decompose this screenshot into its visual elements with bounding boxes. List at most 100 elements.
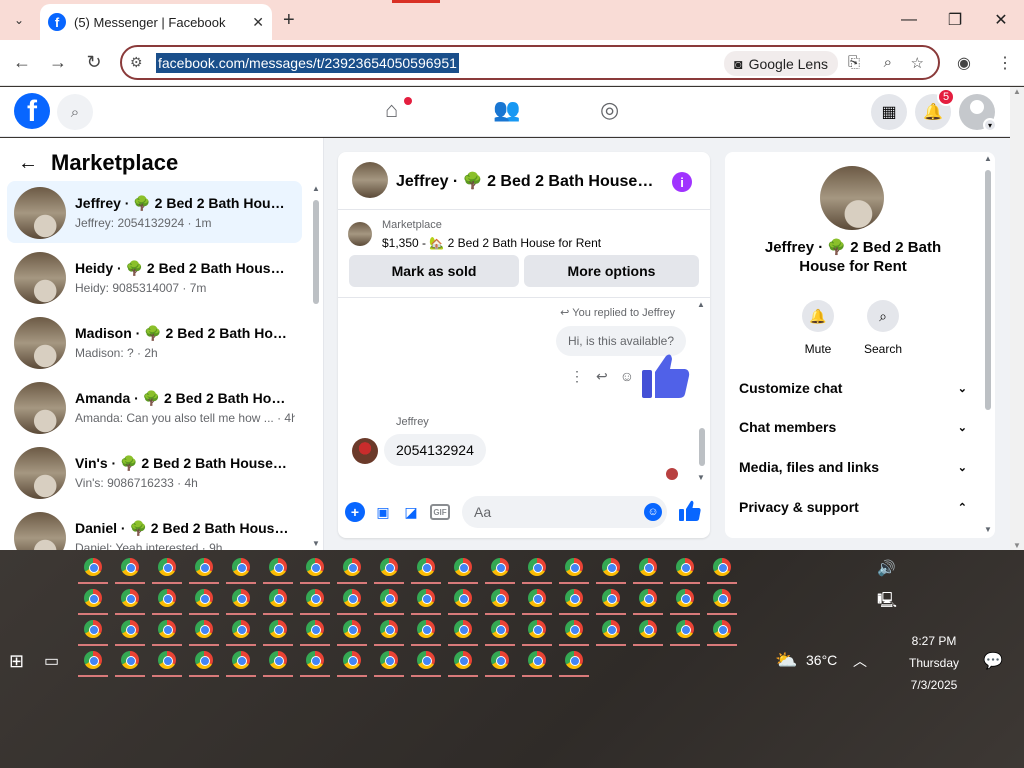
message-input[interactable] bbox=[462, 496, 667, 528]
chrome-taskbar-icon[interactable] bbox=[411, 556, 441, 584]
chrome-taskbar-icon[interactable] bbox=[263, 556, 293, 584]
chrome-taskbar-icon[interactable] bbox=[596, 556, 626, 584]
scroll-up-arrow-icon[interactable]: ▲ bbox=[1013, 87, 1021, 96]
google-lens-button[interactable]: ◙ Google Lens bbox=[724, 51, 838, 76]
chrome-taskbar-icon[interactable] bbox=[522, 556, 552, 584]
chrome-taskbar-icon[interactable] bbox=[448, 587, 478, 615]
scroll-down-arrow-icon[interactable]: ▼ bbox=[697, 473, 705, 482]
chrome-taskbar-icon[interactable] bbox=[226, 618, 256, 646]
scroll-up-arrow-icon[interactable]: ▲ bbox=[312, 184, 320, 193]
chrome-taskbar-icon[interactable] bbox=[411, 618, 441, 646]
chrome-taskbar-icon[interactable] bbox=[633, 556, 663, 584]
chrome-taskbar-icon[interactable] bbox=[670, 556, 700, 584]
scroll-up-arrow-icon[interactable]: ▲ bbox=[984, 154, 992, 163]
install-app-icon[interactable]: ⎘ bbox=[848, 54, 860, 71]
chrome-taskbar-icon[interactable] bbox=[189, 618, 219, 646]
scrollbar-thumb[interactable] bbox=[985, 170, 991, 410]
chrome-taskbar-icon[interactable] bbox=[485, 556, 515, 584]
zoom-icon[interactable]: ⌕ bbox=[884, 54, 892, 71]
scrollbar-thumb[interactable] bbox=[699, 428, 705, 466]
restore-button[interactable]: ❐ bbox=[940, 8, 970, 32]
browser-tab-messenger[interactable]: f (5) Messenger | Facebook ✕ bbox=[40, 4, 272, 40]
chrome-taskbar-icon[interactable] bbox=[374, 618, 404, 646]
chrome-taskbar-icon[interactable] bbox=[707, 587, 737, 615]
sender-avatar[interactable] bbox=[352, 438, 378, 464]
chrome-taskbar-icon[interactable] bbox=[522, 618, 552, 646]
menu-grid-button[interactable]: ▦ bbox=[871, 94, 907, 130]
url-text[interactable]: facebook.com/messages/t/2392365405059695… bbox=[156, 52, 459, 73]
conversation-item[interactable]: Madison · 🌳 2 Bed 2 Bath House for Rent … bbox=[7, 311, 302, 373]
listing-description[interactable]: $1,350 - 🏡 2 Bed 2 Bath House for Rent bbox=[382, 236, 601, 250]
scroll-down-arrow-icon[interactable]: ▼ bbox=[984, 525, 992, 534]
weather-icon[interactable]: ⛅ bbox=[775, 650, 797, 671]
listing-thumbnail[interactable] bbox=[348, 222, 372, 246]
chrome-taskbar-icon[interactable] bbox=[596, 618, 626, 646]
facebook-logo-icon[interactable]: f bbox=[14, 93, 50, 129]
chrome-taskbar-icon[interactable] bbox=[522, 649, 552, 677]
site-settings-icon[interactable]: ⚙ bbox=[130, 54, 156, 71]
back-arrow-icon[interactable]: ← bbox=[18, 152, 38, 175]
incoming-message[interactable]: 2054132924 bbox=[384, 434, 486, 466]
chrome-taskbar-icon[interactable] bbox=[189, 587, 219, 615]
scrollbar-thumb[interactable] bbox=[313, 200, 319, 304]
chrome-taskbar-icon[interactable] bbox=[485, 649, 515, 677]
chrome-taskbar-icon[interactable] bbox=[522, 587, 552, 615]
chrome-taskbar-icon[interactable] bbox=[263, 587, 293, 615]
chrome-taskbar-icon[interactable] bbox=[300, 649, 330, 677]
tab-search-dropdown[interactable]: ⌄ bbox=[6, 8, 32, 32]
media-files-links-row[interactable]: Media, files and links ⌄ bbox=[739, 455, 967, 479]
react-emoji-icon[interactable]: ☺ bbox=[620, 368, 634, 385]
photo-icon[interactable]: ▣ bbox=[373, 502, 393, 522]
chrome-taskbar-icon[interactable] bbox=[115, 649, 145, 677]
gif-icon[interactable]: GIF bbox=[430, 504, 450, 520]
scroll-up-arrow-icon[interactable]: ▲ bbox=[697, 300, 705, 309]
back-button[interactable]: ← bbox=[11, 52, 33, 73]
chrome-taskbar-icon[interactable] bbox=[115, 587, 145, 615]
conversation-item[interactable]: Jeffrey · 🌳 2 Bed 2 Bath House for Rent … bbox=[7, 181, 302, 243]
plus-icon[interactable]: + bbox=[345, 502, 365, 522]
search-action[interactable]: ⌕ Search bbox=[853, 300, 913, 356]
chrome-taskbar-icon[interactable] bbox=[152, 556, 182, 584]
volume-icon[interactable]: 🔊 bbox=[877, 559, 896, 577]
chrome-taskbar-icon[interactable] bbox=[485, 587, 515, 615]
chrome-taskbar-icon[interactable] bbox=[300, 556, 330, 584]
home-icon[interactable]: ⌂ bbox=[385, 97, 398, 123]
friends-icon[interactable]: 👥 bbox=[493, 97, 520, 123]
bookmark-star-icon[interactable]: ☆ bbox=[911, 54, 924, 72]
chrome-taskbar-icon[interactable] bbox=[559, 618, 589, 646]
minimize-button[interactable]: — bbox=[894, 8, 924, 32]
chrome-taskbar-icon[interactable] bbox=[559, 649, 589, 677]
mark-as-sold-button[interactable]: Mark as sold bbox=[349, 255, 519, 287]
network-icon[interactable]: 🖳 bbox=[877, 590, 897, 615]
message-scrollbar[interactable]: ▲ ▼ bbox=[696, 298, 708, 486]
action-center-icon[interactable]: 💬 bbox=[983, 651, 1003, 671]
emoji-icon[interactable]: ☺ bbox=[644, 503, 662, 521]
chrome-taskbar-icon[interactable] bbox=[115, 556, 145, 584]
chrome-taskbar-icon[interactable] bbox=[559, 556, 589, 584]
conversation-list-scrollbar[interactable]: ▲ ▼ bbox=[310, 182, 322, 550]
chrome-taskbar-icon[interactable] bbox=[263, 618, 293, 646]
conversation-item[interactable]: Daniel · 🌳 2 Bed 2 Bath House for Rent D… bbox=[7, 506, 302, 550]
chrome-taskbar-icon[interactable] bbox=[559, 587, 589, 615]
system-clock[interactable]: 8:27 PM Thursday 7/3/2025 bbox=[900, 630, 968, 696]
chrome-taskbar-icon[interactable] bbox=[411, 587, 441, 615]
conversation-item[interactable]: Amanda · 🌳 2 Bed 2 Bath House for Rent A… bbox=[7, 376, 302, 438]
chrome-taskbar-icon[interactable] bbox=[374, 556, 404, 584]
chrome-taskbar-icon[interactable] bbox=[485, 618, 515, 646]
chrome-taskbar-icon[interactable] bbox=[152, 649, 182, 677]
close-window-button[interactable]: ✕ bbox=[986, 8, 1016, 32]
chrome-taskbar-icon[interactable] bbox=[707, 556, 737, 584]
chrome-taskbar-icon[interactable] bbox=[78, 618, 108, 646]
chrome-taskbar-icon[interactable] bbox=[411, 649, 441, 677]
conversation-item[interactable]: Heidy · 🌳 2 Bed 2 Bath House for Rent He… bbox=[7, 246, 302, 308]
chrome-taskbar-icon[interactable] bbox=[78, 587, 108, 615]
info-icon[interactable]: i bbox=[672, 172, 692, 192]
more-options-button[interactable]: More options bbox=[524, 255, 699, 287]
close-tab-icon[interactable]: ✕ bbox=[252, 14, 264, 31]
scroll-down-arrow-icon[interactable]: ▼ bbox=[1013, 541, 1021, 550]
more-kebab-icon[interactable]: ⋮ bbox=[570, 368, 584, 385]
chat-title[interactable]: Jeffrey · 🌳 2 Bed 2 Bath House for Rent bbox=[396, 171, 656, 191]
address-bar[interactable]: ⚙ facebook.com/messages/t/23923654050596… bbox=[120, 45, 940, 80]
privacy-support-row[interactable]: Privacy & support ⌃ bbox=[739, 495, 967, 519]
chrome-taskbar-icon[interactable] bbox=[263, 649, 293, 677]
